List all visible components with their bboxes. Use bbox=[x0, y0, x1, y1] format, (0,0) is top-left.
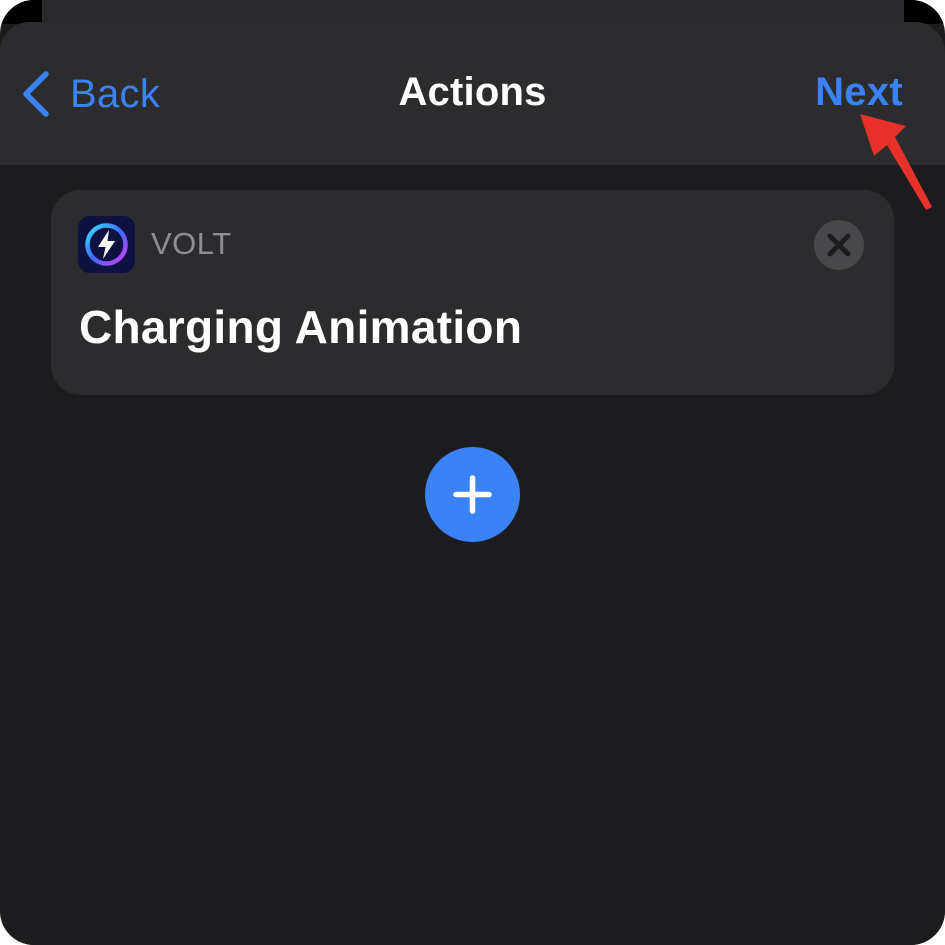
app-name: VOLT bbox=[151, 226, 232, 261]
remove-action-button[interactable] bbox=[814, 220, 864, 270]
next-button[interactable]: Next bbox=[815, 70, 903, 115]
red-arrow-icon bbox=[858, 112, 938, 217]
lightning-bolt-icon bbox=[78, 216, 135, 273]
action-card[interactable]: VOLT Charging Animation bbox=[51, 190, 894, 395]
close-icon bbox=[814, 220, 864, 270]
action-title: Charging Animation bbox=[79, 301, 523, 353]
plus-icon bbox=[425, 447, 520, 542]
actions-sheet: Back Actions Next VOLT Charging Animatio… bbox=[0, 22, 945, 945]
navigation-bar: Back Actions Next bbox=[0, 22, 945, 165]
page-title: Actions bbox=[398, 70, 547, 114]
screen-frame: Back Actions Next VOLT Charging Animatio… bbox=[0, 0, 945, 945]
add-action-button[interactable] bbox=[425, 447, 520, 542]
